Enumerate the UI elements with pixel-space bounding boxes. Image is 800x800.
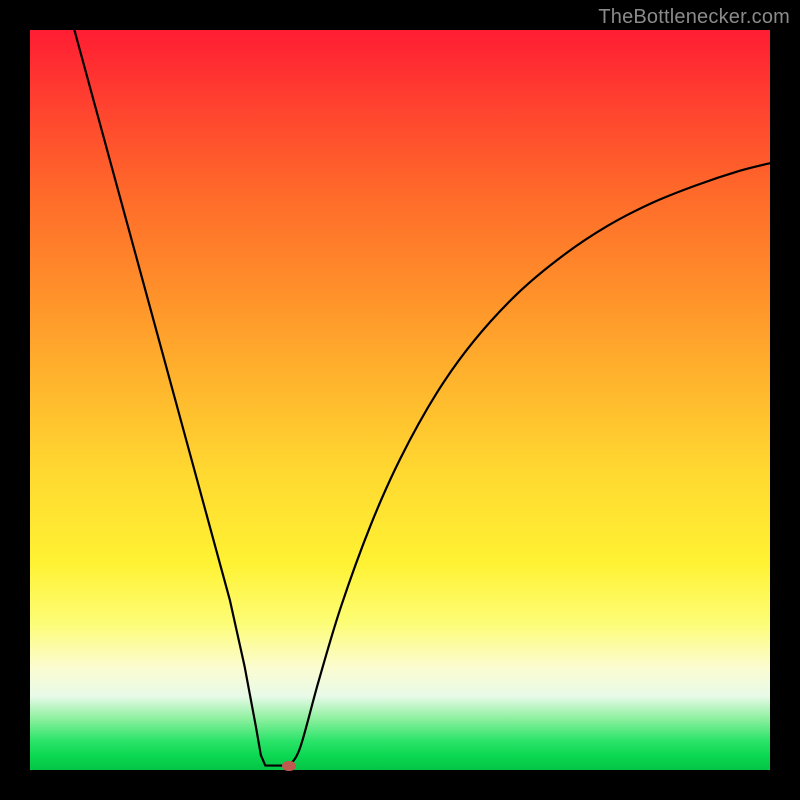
chart-frame: TheBottlenecker.com	[0, 0, 800, 800]
plot-area	[30, 30, 770, 770]
watermark-text: TheBottlenecker.com	[598, 6, 790, 29]
